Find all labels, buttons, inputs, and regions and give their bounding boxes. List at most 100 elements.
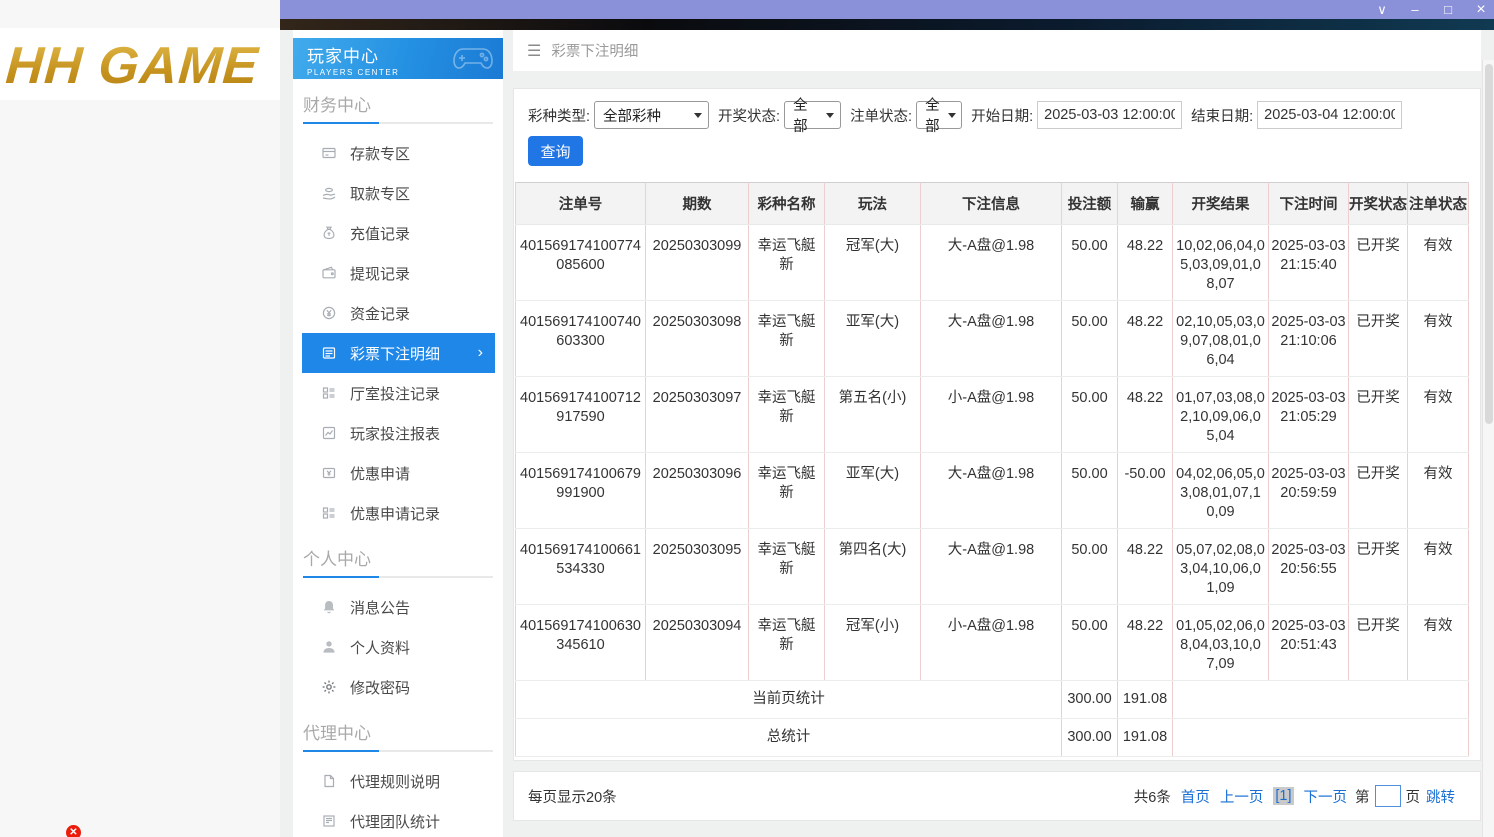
first-page-link[interactable]: 首页 xyxy=(1181,786,1210,807)
sidebar-item-money-bag[interactable]: 充值记录 xyxy=(302,213,495,253)
minimize-icon[interactable]: – xyxy=(1408,0,1422,19)
table-cell: 401569174100774085600 xyxy=(515,224,646,301)
sidebar-item-label: 存款专区 xyxy=(350,145,411,163)
chevron-right-icon: › xyxy=(477,344,483,361)
section-title: 个人中心 xyxy=(303,550,371,569)
end-date-label: 结束日期: xyxy=(1191,108,1254,125)
table-row: 401569174100712917590 20250303097 幸运飞艇新 第五名… xyxy=(515,376,1469,453)
wallet-icon xyxy=(321,265,337,281)
jump-page-input[interactable] xyxy=(1374,785,1401,807)
column-header: 彩种名称 xyxy=(748,182,825,225)
table-row: 401569174100774085600 20250303099 幸运飞艇新 冠军(… xyxy=(515,224,1469,301)
sidebar-item-label: 厅室投注记录 xyxy=(350,385,441,403)
lottery-type-label: 彩种类型: xyxy=(528,108,591,125)
table-cell: 幸运飞艇新 xyxy=(748,528,825,605)
table-cell: 401569174100712917590 xyxy=(515,376,646,453)
table-cell: 有效 xyxy=(1407,224,1469,301)
sidebar-item-deposit-card[interactable]: 存款专区 xyxy=(302,133,495,173)
table-cell: 20250303099 xyxy=(645,224,749,301)
sidebar-item-label: 提现记录 xyxy=(350,265,411,283)
table-cell: 2025-03-03 21:10:06 xyxy=(1268,300,1349,377)
table-cell: 401569174100679991900 xyxy=(515,452,646,529)
vertical-scrollbar[interactable] xyxy=(1482,60,1494,837)
sidebar-item-hall-records[interactable]: 厅室投注记录 xyxy=(302,373,495,413)
query-button[interactable]: 查询 xyxy=(528,136,583,166)
summary-empty xyxy=(1172,680,1469,719)
column-header: 下注时间 xyxy=(1268,182,1349,225)
section-divider xyxy=(303,576,493,578)
sidebar-item-label: 修改密码 xyxy=(350,679,411,697)
table-cell: 20250303094 xyxy=(645,604,749,681)
end-date-input[interactable] xyxy=(1257,101,1403,129)
sidebar-item-document[interactable]: 代理规则说明 xyxy=(302,761,495,801)
summary-row: 总统计 300.00 191.08 xyxy=(515,718,1469,757)
sidebar-item-wallet[interactable]: 提现记录 xyxy=(302,253,495,293)
window-titlebar: ∨ – □ × xyxy=(280,0,1494,19)
sidebar-item-bell[interactable]: 消息公告 xyxy=(302,587,495,627)
jump-go-link[interactable]: 跳转 xyxy=(1426,786,1455,807)
table-cell: 48.22 xyxy=(1117,376,1173,453)
table-cell: 50.00 xyxy=(1061,528,1118,605)
draw-status-select[interactable]: 全部 xyxy=(784,98,842,135)
summary-label: 当前页统计 xyxy=(515,680,1062,719)
sidebar-item-funds[interactable]: 资金记录 xyxy=(302,293,495,333)
table-cell: 48.22 xyxy=(1117,300,1173,377)
sidebar-menu: 财务中心存款专区取款专区 充值记录提现记录资金记录 彩票下注明细 › 厅室投注记录玩家投… xyxy=(293,91,503,837)
chevron-down-icon xyxy=(947,112,956,118)
table-row: 401569174100661534330 20250303095 幸运飞艇新 第四名… xyxy=(515,528,1469,605)
table-cell: 01,05,02,06,08,04,03,10,07,09 xyxy=(1172,604,1269,681)
sidebar: 玩家中心 PLAYERS CENTER 财务中心存款专区取款专区 充值记录提现记录… xyxy=(293,30,503,837)
money-bag-icon xyxy=(321,225,337,241)
order-status-select[interactable]: 全部 xyxy=(916,98,963,135)
main-content: ☰ 彩票下注明细 彩种类型: 全部彩种 开奖状态: 全部 注单状态: 全部 开始… xyxy=(513,30,1481,837)
sidebar-item-gear[interactable]: 修改密码 xyxy=(302,667,495,707)
close-icon[interactable]: × xyxy=(1474,0,1488,19)
table-cell: 2025-03-03 20:56:55 xyxy=(1268,528,1349,605)
summary-bet-total: 300.00 xyxy=(1061,718,1118,757)
table-cell: 2025-03-03 21:05:29 xyxy=(1268,376,1349,453)
maximize-icon[interactable]: □ xyxy=(1441,0,1455,19)
start-date-input[interactable] xyxy=(1037,101,1183,129)
jump-prefix-label: 第 xyxy=(1355,789,1370,806)
draw-status-label: 开奖状态: xyxy=(718,108,781,125)
current-page-indicator[interactable]: [1] xyxy=(1273,787,1294,805)
prev-page-link[interactable]: 上一页 xyxy=(1220,786,1264,807)
table-cell: 第五名(小) xyxy=(824,376,921,453)
sidebar-item-bet-list[interactable]: 彩票下注明细 › xyxy=(302,333,495,373)
table-cell: 大-A盘@1.98 xyxy=(920,528,1062,605)
gear-icon xyxy=(321,679,337,695)
column-header: 注单号 xyxy=(515,182,646,225)
table-cell: 2025-03-03 20:59:59 xyxy=(1268,452,1349,529)
table-cell: 2025-03-03 20:51:43 xyxy=(1268,604,1349,681)
section-title: 财务中心 xyxy=(303,96,371,115)
table-cell: 幸运飞艇新 xyxy=(748,604,825,681)
sidebar-item-promo-records[interactable]: 优惠申请记录 xyxy=(302,493,495,533)
top-gradient-strip xyxy=(280,19,1494,30)
sidebar-item-report-chart[interactable]: 玩家投注报表 xyxy=(302,413,495,453)
draw-status-value: 全部 xyxy=(793,98,808,135)
next-page-link[interactable]: 下一页 xyxy=(1304,786,1348,807)
chevron-down-icon[interactable]: ∨ xyxy=(1375,0,1389,19)
table-cell: 已开奖 xyxy=(1348,452,1408,529)
table-cell: 有效 xyxy=(1407,300,1469,377)
filter-bar: 彩种类型: 全部彩种 开奖状态: 全部 注单状态: 全部 开始日期: 2025-… xyxy=(528,98,1480,135)
sidebar-item-newspaper[interactable]: 代理团队统计 xyxy=(302,801,495,837)
chevron-down-icon xyxy=(694,112,703,118)
pager: 共6条 首页 上一页 [1] 下一页 第 页 跳转 xyxy=(1124,785,1455,807)
sidebar-item-promo-ticket[interactable]: 优惠申请 xyxy=(302,453,495,493)
column-header: 期数 xyxy=(645,182,749,225)
lottery-type-select[interactable]: 全部彩种 xyxy=(594,101,710,129)
table-cell: 401569174100630345610 xyxy=(515,604,646,681)
sidebar-item-withdraw-hand[interactable]: 取款专区 xyxy=(302,173,495,213)
table-cell: 幸运飞艇新 xyxy=(748,376,825,453)
promo-ticket-icon xyxy=(321,465,337,481)
sidebar-item-user[interactable]: 个人资料 xyxy=(302,627,495,667)
report-chart-icon xyxy=(321,425,337,441)
table-cell: 已开奖 xyxy=(1348,376,1408,453)
hamburger-menu-icon[interactable]: ☰ xyxy=(527,41,541,61)
section-divider xyxy=(303,750,493,752)
sidebar-header: 玩家中心 PLAYERS CENTER xyxy=(293,38,503,79)
broken-image-icon: ✕ xyxy=(66,825,81,837)
newspaper-icon xyxy=(321,813,337,829)
scrollbar-thumb[interactable] xyxy=(1485,64,1493,424)
